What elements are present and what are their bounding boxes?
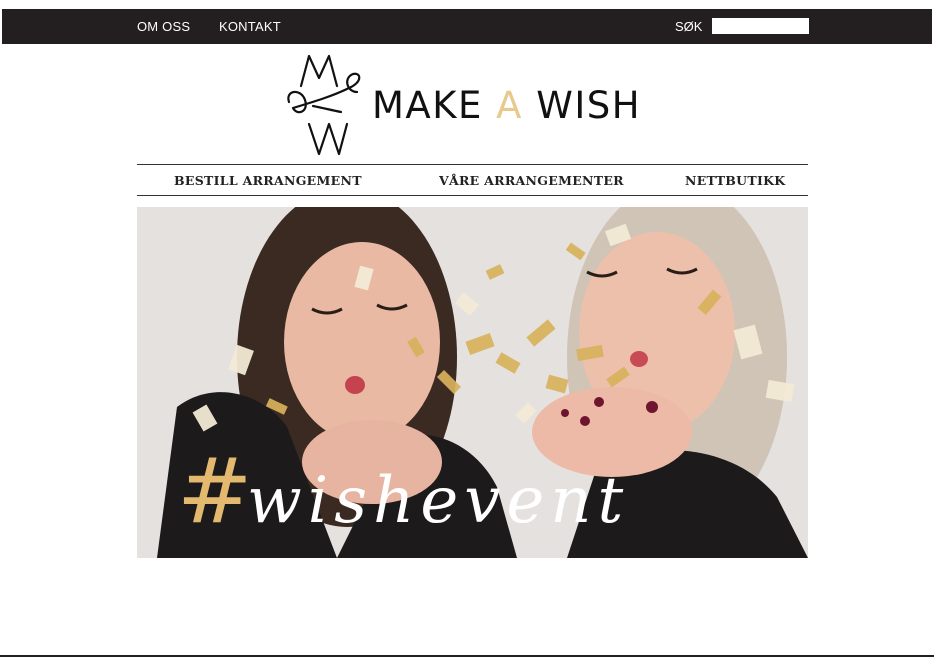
nav-divider-bottom bbox=[137, 195, 808, 196]
top-bar: OM OSS KONTAKT SØK bbox=[2, 9, 932, 44]
hero-script-word: wishevent bbox=[247, 464, 630, 538]
search-label: SØK bbox=[675, 19, 703, 34]
logo-word-a: A bbox=[496, 84, 523, 127]
hero-hashtag: # bbox=[177, 439, 253, 544]
site-logo[interactable]: MAKE A WISH bbox=[283, 52, 643, 158]
logo-wordmark: MAKE A WISH bbox=[372, 84, 641, 127]
make-a-wish-monogram-icon bbox=[287, 54, 361, 156]
nav-item-nettbutikk[interactable]: NETTBUTIKK bbox=[685, 173, 785, 188]
nav-link-kontakt[interactable]: KONTAKT bbox=[219, 19, 281, 34]
nav-divider-top bbox=[137, 164, 808, 165]
nav-item-vare-arrangementer[interactable]: VÅRE ARRANGEMENTER bbox=[439, 173, 624, 188]
nav-link-om-oss[interactable]: OM OSS bbox=[137, 19, 190, 34]
nav-item-bestill-arrangement[interactable]: BESTILL ARRANGEMENT bbox=[174, 173, 362, 188]
search-input[interactable] bbox=[712, 18, 809, 34]
hero-banner[interactable]: # wishevent bbox=[137, 207, 808, 558]
footer-divider bbox=[0, 655, 934, 657]
logo-word-wish: WISH bbox=[536, 84, 642, 127]
logo-word-make: MAKE bbox=[372, 84, 483, 127]
